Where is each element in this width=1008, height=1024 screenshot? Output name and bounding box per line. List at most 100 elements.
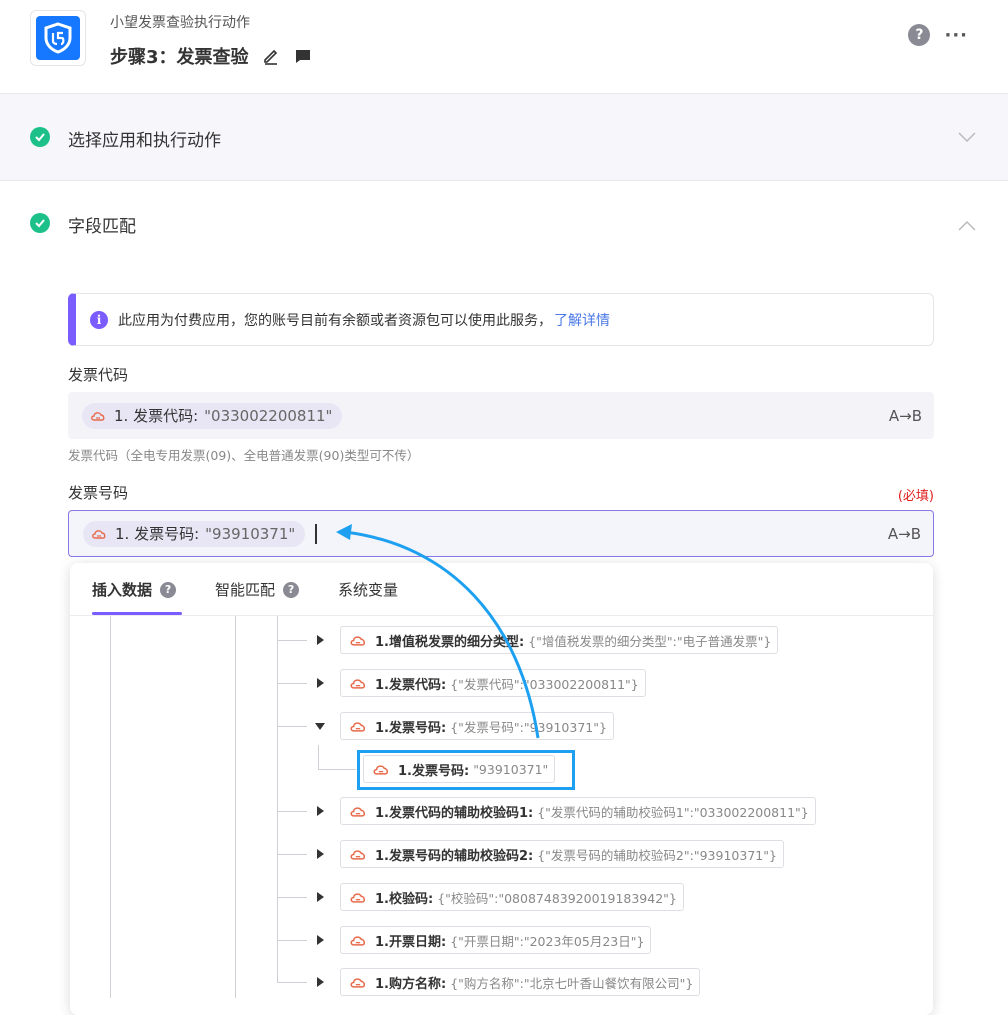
app-logo — [30, 10, 86, 66]
tab-label: 智能匹配 — [215, 581, 276, 599]
node-value: {"发票代码":"033002200811"} — [450, 676, 639, 692]
field-label-invoice-number: 发票号码 — [68, 484, 129, 502]
expand-arrow-icon[interactable] — [317, 678, 324, 688]
section-title-select-app: 选择应用和执行动作 — [68, 131, 221, 151]
selection-highlight — [357, 750, 575, 790]
variable-chip[interactable]: 1. 发票代码: "033002200811" — [82, 402, 343, 429]
tree-line — [277, 811, 307, 812]
tab-smart-match[interactable]: 智能匹配 ? — [215, 579, 300, 600]
tree-line — [277, 982, 307, 983]
cloud-icon — [349, 934, 367, 947]
shield-logo-icon — [36, 16, 80, 60]
mapping-mode-toggle[interactable]: A→B — [888, 525, 921, 543]
expand-arrow-icon[interactable] — [317, 635, 324, 645]
tree-node[interactable]: 1.发票代码的辅助校验码1: {"发票代码的辅助校验码1":"033002200… — [340, 797, 816, 825]
tree-line — [318, 769, 356, 770]
chip-name: 1. 发票代码: — [114, 407, 199, 425]
tab-label: 系统变量 — [338, 581, 399, 599]
node-name: 1.校验码: — [375, 891, 434, 907]
tree-line — [235, 616, 236, 998]
required-badge: (必填) — [897, 489, 934, 504]
expand-arrow-icon[interactable] — [317, 806, 324, 816]
expand-arrow-icon[interactable] — [317, 977, 324, 987]
help-icon[interactable]: ? — [908, 24, 931, 46]
tree-node[interactable]: 1.发票号码: {"发票号码":"93910371"} — [340, 712, 614, 740]
variable-chip[interactable]: 1. 发票号码: "93910371" — [83, 520, 306, 547]
chevron-up-icon[interactable] — [958, 217, 976, 236]
node-name: 1.发票号码的辅助校验码2: — [375, 848, 534, 864]
node-value: {"校验码":"08087483920019183942"} — [437, 890, 677, 906]
node-value: {"发票号码":"93910371"} — [450, 719, 607, 735]
tree-line — [277, 683, 307, 684]
help-icon[interactable]: ? — [160, 581, 177, 598]
tab-system-variables[interactable]: 系统变量 — [338, 579, 398, 600]
collapse-arrow-icon[interactable] — [315, 723, 325, 730]
tree-line — [277, 897, 307, 898]
chip-value: "033002200811" — [204, 406, 333, 425]
cloud-icon — [90, 410, 106, 422]
node-value: {"增值税发票的细分类型":"电子普通发票"} — [528, 633, 772, 649]
node-value: {"发票号码的辅助校验码2":"93910371"} — [537, 847, 777, 863]
cloud-icon — [349, 805, 367, 818]
cloud-icon — [349, 891, 367, 904]
node-name: 1.发票代码的辅助校验码1: — [375, 805, 534, 821]
node-value: {"购方名称":"北京七叶香山餐饮有限公司"} — [450, 975, 694, 991]
tab-label: 插入数据 — [92, 581, 153, 599]
info-icon: i — [90, 310, 108, 329]
tree-line — [277, 640, 307, 641]
section-field-mapping[interactable]: 字段匹配 — [0, 181, 1008, 265]
cloud-icon — [349, 634, 367, 647]
bottom-strip — [0, 1015, 1008, 1024]
active-tab-indicator — [92, 612, 182, 615]
field-label-invoice-code: 发票代码 — [68, 366, 129, 384]
node-value: {"发票代码的辅助校验码1":"033002200811"} — [537, 804, 809, 820]
invoice-code-input[interactable]: 1. 发票代码: "033002200811" A→B — [68, 392, 934, 439]
tree-line — [277, 616, 278, 982]
cloud-icon — [349, 976, 367, 989]
paid-app-notice: i 此应用为付费应用，您的账号目前有余额或者资源包可以使用此服务， 了解详情 — [68, 293, 934, 346]
edit-icon[interactable] — [261, 46, 281, 66]
help-icon[interactable]: ? — [283, 581, 300, 598]
invoice-number-input[interactable]: 1. 发票号码: "93910371" A→B — [68, 510, 934, 557]
notice-text: 此应用为付费应用，您的账号目前有余额或者资源包可以使用此服务， — [118, 312, 552, 329]
chevron-down-icon[interactable] — [958, 128, 976, 147]
check-circle-icon — [30, 213, 50, 233]
expand-arrow-icon[interactable] — [317, 849, 324, 859]
tree-node[interactable]: 1.发票号码的辅助校验码2: {"发票号码的辅助校验码2":"93910371"… — [340, 840, 784, 868]
tree-line — [318, 745, 319, 769]
more-menu-icon[interactable]: ··· — [944, 25, 968, 46]
node-value: {"开票日期":"2023年05月23日"} — [450, 933, 645, 949]
tree-node[interactable]: 1.增值税发票的细分类型: {"增值税发票的细分类型":"电子普通发票"} — [340, 626, 779, 654]
node-name: 1.增值税发票的细分类型: — [375, 634, 525, 650]
node-name: 1.购方名称: — [375, 976, 447, 992]
field-hint-invoice-code: 发票代码（全电专用发票(09)、全电普通发票(90)类型可不传） — [68, 448, 420, 463]
cloud-icon — [349, 677, 367, 690]
node-name: 1.发票号码: — [375, 720, 447, 736]
chip-value: "93910371" — [205, 524, 296, 543]
comment-icon[interactable] — [293, 46, 313, 66]
section-select-app[interactable]: 选择应用和执行动作 — [0, 94, 1008, 181]
tree-line — [277, 854, 307, 855]
header-actions: ? ··· — [908, 24, 968, 46]
tree-node[interactable]: 1.开票日期: {"开票日期":"2023年05月23日"} — [340, 926, 652, 954]
node-name: 1.开票日期: — [375, 934, 447, 950]
step-title: 步骤3：发票查验 — [110, 43, 313, 69]
tab-insert-data[interactable]: 插入数据 ? — [92, 579, 177, 600]
text-cursor — [315, 523, 318, 544]
cloud-icon — [91, 528, 107, 540]
mapping-mode-toggle[interactable]: A→B — [889, 407, 922, 425]
learn-more-link[interactable]: 了解详情 — [554, 310, 610, 330]
expand-arrow-icon[interactable] — [317, 935, 324, 945]
expand-arrow-icon[interactable] — [317, 892, 324, 902]
tree-node[interactable]: 1.校验码: {"校验码":"08087483920019183942"} — [340, 883, 684, 911]
cloud-icon — [349, 720, 367, 733]
tree-node[interactable]: 1.发票代码: {"发票代码":"033002200811"} — [340, 669, 646, 697]
step-title-text: 步骤3：发票查验 — [110, 47, 249, 68]
tree-line — [110, 616, 111, 998]
cloud-icon — [349, 848, 367, 861]
tree-node[interactable]: 1.购方名称: {"购方名称":"北京七叶香山餐饮有限公司"} — [340, 968, 701, 996]
dropdown-tabs: 插入数据 ? 智能匹配 ? 系统变量 — [70, 563, 933, 616]
app-name: 小望发票查验执行动作 — [110, 15, 250, 31]
tree-line — [277, 726, 307, 727]
chip-name: 1. 发票号码: — [115, 525, 200, 543]
